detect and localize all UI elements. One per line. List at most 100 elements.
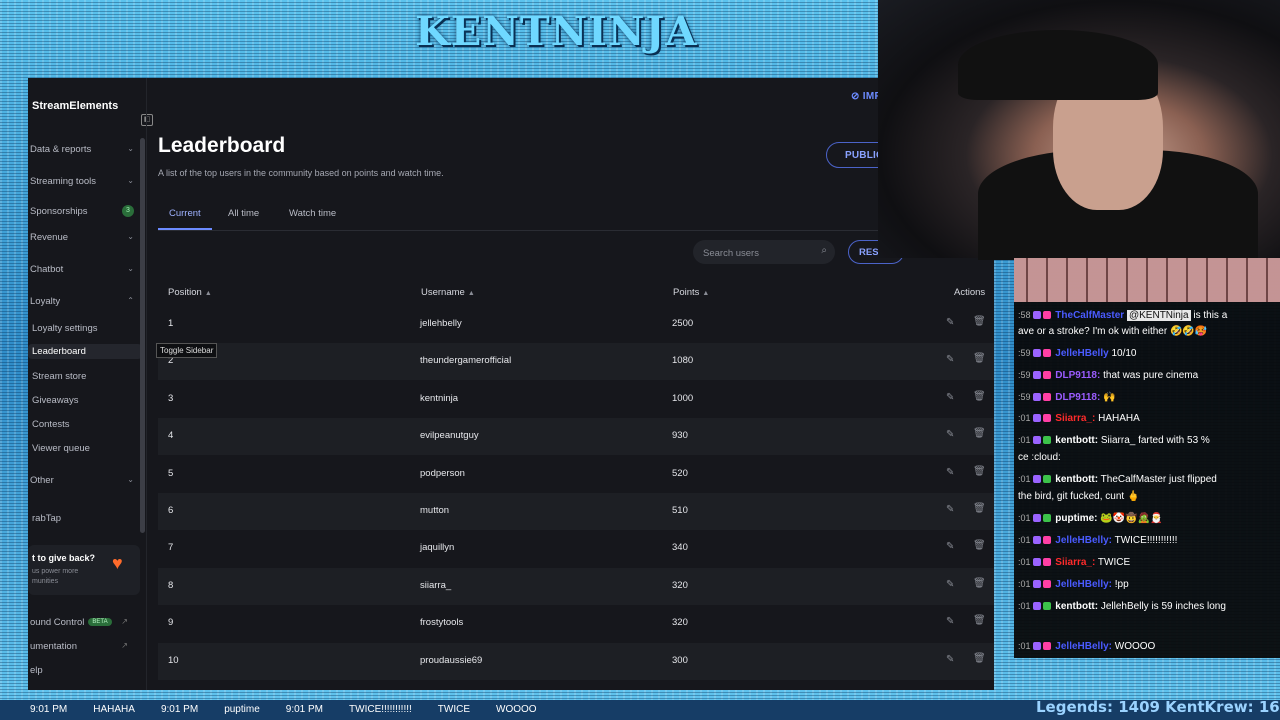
chat-text: Siiarra_ farted with 53 % — [1098, 435, 1210, 446]
ticker-item: WOOOO — [496, 704, 537, 715]
trash-icon[interactable]: 🗑 — [973, 615, 986, 626]
tab-current[interactable]: Current — [169, 208, 201, 219]
points-cell: 320 — [672, 617, 688, 629]
sidebar-item-leaderboard[interactable]: Leaderboard — [28, 344, 142, 359]
edit-pencil-icon[interactable]: ✎ — [946, 467, 954, 478]
role-badge-icon — [1042, 475, 1051, 484]
sidebar-item-label: Giveaways — [32, 395, 79, 406]
trash-icon[interactable]: 🗑 — [973, 503, 986, 514]
edit-pencil-icon[interactable]: ✎ — [946, 654, 954, 665]
search-users-field[interactable]: ⌕ — [693, 240, 835, 264]
collapse-sidebar-icon[interactable]: ◧ — [141, 114, 153, 126]
page-subtitle: A list of the top users in the community… — [158, 168, 444, 178]
edit-pencil-icon[interactable]: ✎ — [946, 616, 954, 627]
edit-pencil-icon[interactable]: ✎ — [946, 354, 954, 365]
sidebar-item-label: Loyalty settings — [32, 323, 98, 334]
trash-icon[interactable]: 🗑 — [973, 391, 986, 402]
table-row: 4 evilpeanutguy 930 ✎ 🗑 — [158, 418, 994, 456]
edit-pencil-icon[interactable]: ✎ — [946, 392, 954, 403]
sub-badge-icon — [1032, 436, 1041, 445]
position-cell: 7 — [168, 542, 174, 554]
edit-pencil-icon[interactable]: ✎ — [946, 504, 954, 515]
column-header-position[interactable]: Position ▲ — [168, 287, 212, 298]
sidebar-item-viewer-queue[interactable]: Viewer queue — [32, 443, 136, 454]
trash-icon[interactable]: 🗑 — [973, 653, 986, 664]
tab-all-time[interactable]: All time — [228, 208, 259, 219]
sidebar-item-label: elp — [30, 665, 43, 676]
trash-icon[interactable]: 🗑 — [973, 428, 986, 439]
tab-watch-time[interactable]: Watch time — [289, 208, 336, 219]
trash-icon[interactable]: 🗑 — [973, 316, 986, 327]
edit-pencil-icon[interactable]: ✎ — [946, 541, 954, 552]
edit-pencil-icon[interactable]: ✎ — [946, 317, 954, 328]
chat-username: JelleHBelly: — [1055, 535, 1112, 546]
sponsorships-count-badge: 3 — [122, 205, 134, 217]
username-cell: siiarra_ — [420, 579, 452, 591]
chat-text: TWICE!!!!!!!!!!! — [1112, 535, 1178, 546]
sidebar-item-label: Leaderboard — [32, 346, 86, 357]
role-badge-icon — [1042, 393, 1051, 402]
trash-icon[interactable]: 🗑 — [973, 466, 986, 477]
edit-pencil-icon[interactable]: ✎ — [946, 429, 954, 440]
chat-username: kentbott: — [1055, 474, 1099, 485]
sidebar-item-sponsorships[interactable]: Sponsorships 3 — [30, 205, 134, 217]
chat-text: 🙌 — [1100, 392, 1116, 403]
give-back-card[interactable]: t to give back? us power more munities ♥ — [28, 545, 140, 595]
sidebar-item-background-control[interactable]: ound Control BETA ↗ — [30, 617, 134, 628]
sidebar-item-data-reports[interactable]: Data & reports ⌄ — [30, 144, 134, 155]
role-badge-icon — [1042, 311, 1051, 320]
sidebar-item-grabtap[interactable]: rabTap — [32, 513, 136, 524]
sidebar-item-label: Data & reports — [30, 144, 92, 155]
chat-message: :01 kentbott: TheCalfMaster just flipped — [1018, 472, 1276, 487]
sidebar-item-giveaways[interactable]: Giveaways — [32, 395, 136, 406]
active-tab-indicator — [158, 228, 212, 230]
chat-timestamp: :01 — [1018, 579, 1031, 589]
heart-icon: ♥ — [112, 553, 123, 573]
chat-text: is this a — [1190, 310, 1228, 321]
sidebar-item-streaming-tools[interactable]: Streaming tools ⌄ — [30, 176, 134, 187]
column-header-username[interactable]: Username ▲ — [421, 287, 475, 298]
sub-badge-icon — [1032, 371, 1041, 380]
beta-badge: BETA — [88, 618, 112, 627]
trash-icon[interactable]: 🗑 — [973, 353, 986, 364]
webcam-person-hat — [958, 30, 1158, 100]
chat-text: 🐸🤡🤠🧟🎅 — [1097, 513, 1163, 524]
sidebar-item-stream-store[interactable]: Stream store — [32, 371, 136, 382]
chat-timestamp: :01 — [1018, 413, 1031, 423]
chat-message: :01 kentbott: JellehBelly is 59 inches l… — [1018, 599, 1276, 614]
sidebar-item-loyalty[interactable]: Loyalty ⌃ — [30, 296, 134, 307]
chat-message: :01 JelleHBelly: WOOOO — [1018, 639, 1276, 654]
trash-icon[interactable]: 🗑 — [973, 540, 986, 551]
sidebar-item-help[interactable]: elp — [30, 665, 134, 676]
sidebar-item-contests[interactable]: Contests — [32, 419, 136, 430]
points-cell: 1000 — [672, 392, 694, 404]
sub-badge-icon — [1032, 475, 1041, 484]
sidebar-item-other[interactable]: Other ⌄ — [30, 475, 134, 486]
sidebar-item-loyalty-settings[interactable]: Loyalty settings — [32, 323, 136, 334]
chat-username: Siiarra_: — [1055, 413, 1096, 424]
chat-username: DLP9118: — [1055, 392, 1101, 403]
username-cell: evilpeanutguy — [420, 430, 479, 442]
points-cell: 520 — [672, 467, 688, 479]
search-input[interactable] — [701, 244, 815, 262]
chat-text: JellehBelly is 59 inches long — [1098, 601, 1226, 612]
edit-pencil-icon[interactable]: ✎ — [946, 579, 954, 590]
sidebar-item-documentation[interactable]: umentation ↗ — [30, 641, 134, 652]
brand-logo[interactable]: StreamElements — [32, 100, 118, 112]
position-cell: 4 — [168, 430, 174, 442]
chat-timestamp: :58 — [1018, 310, 1031, 320]
trash-icon[interactable]: 🗑 — [973, 578, 986, 589]
sidebar-item-chatbot[interactable]: Chatbot ⌄ — [30, 264, 134, 275]
chat-text: 10/10 — [1108, 348, 1137, 359]
emote-wall — [1014, 258, 1280, 302]
chat-message: :01 JelleHBelly: !pp — [1018, 577, 1276, 592]
sidebar-scrollbar[interactable] — [140, 138, 145, 533]
column-header-points[interactable]: Points ▲ — [673, 287, 709, 298]
legends-counter: Legends: 1409 KentKrew: 16 — [1036, 698, 1280, 716]
table-row: 5 podperson 520 ✎ 🗑 — [158, 456, 994, 493]
search-icon[interactable]: ⌕ — [821, 245, 827, 256]
chat-timestamp: :01 — [1018, 513, 1031, 523]
ticker-item: TWICE!!!!!!!!!!! — [349, 704, 412, 715]
sidebar-item-revenue[interactable]: Revenue ⌄ — [30, 232, 134, 243]
username-cell: theundergamerofficial — [420, 355, 512, 367]
